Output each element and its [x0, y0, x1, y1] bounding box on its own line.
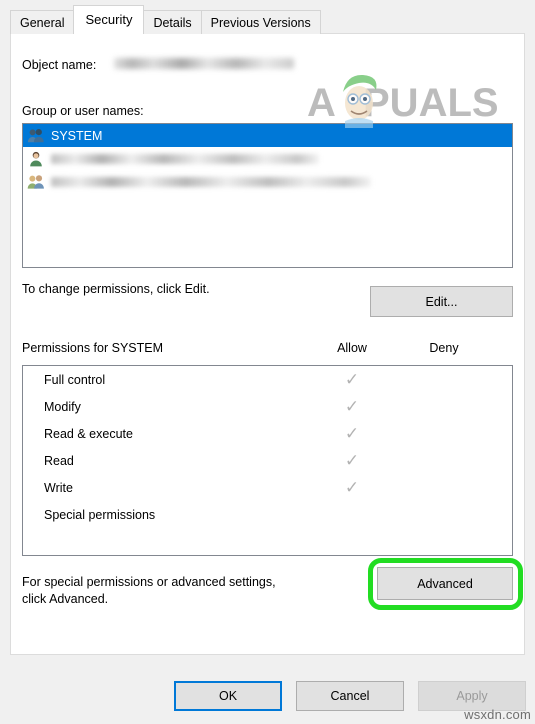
group-icon	[27, 173, 45, 191]
object-name-value-redacted	[114, 58, 295, 69]
permission-row[interactable]: Full control ✓	[23, 366, 512, 393]
tab-strip: General Security Details Previous Versio…	[10, 5, 321, 34]
permission-row[interactable]: Special permissions	[23, 501, 512, 528]
allow-checkmark-icon[interactable]: ✓	[325, 447, 379, 474]
change-permissions-hint: To change permissions, click Edit.	[22, 282, 210, 296]
permission-label: Special permissions	[44, 507, 156, 522]
list-item-label-redacted	[51, 153, 319, 164]
tab-previous-versions[interactable]: Previous Versions	[200, 10, 321, 34]
allow-checkmark-icon[interactable]: ✓	[325, 366, 379, 393]
cancel-button[interactable]: Cancel	[296, 681, 404, 711]
permission-row[interactable]: Modify ✓	[23, 393, 512, 420]
permission-label: Read	[44, 453, 74, 468]
list-item-label: SYSTEM	[51, 128, 103, 143]
allow-checkmark-icon[interactable]: ✓	[325, 393, 379, 420]
permission-label: Modify	[44, 399, 81, 414]
column-header-deny: Deny	[429, 341, 459, 355]
permissions-for-label: Permissions for SYSTEM	[22, 341, 164, 355]
permissions-list[interactable]: Full control ✓ Modify ✓ Read & execute ✓…	[22, 365, 513, 556]
advanced-hint: For special permissions or advanced sett…	[22, 574, 352, 608]
appuals-watermark-logo: A PUALS	[307, 72, 517, 129]
permission-label: Write	[44, 480, 73, 495]
group-or-user-names-list[interactable]: SYSTEM	[22, 123, 513, 268]
permission-row[interactable]: Write ✓	[23, 474, 512, 501]
ok-button[interactable]: OK	[174, 681, 282, 711]
file-properties-dialog: General Security Details Previous Versio…	[0, 0, 535, 724]
svg-text:A: A	[307, 81, 336, 125]
object-name-label: Object name:	[22, 58, 97, 72]
advanced-button[interactable]: Advanced	[377, 567, 513, 600]
permission-label: Full control	[44, 372, 106, 387]
permission-row[interactable]: Read ✓	[23, 447, 512, 474]
group-or-user-names-label: Group or user names:	[22, 104, 144, 118]
list-item[interactable]	[23, 170, 512, 193]
tab-general[interactable]: General	[10, 10, 75, 34]
advanced-hint-line2: click Advanced.	[22, 592, 109, 606]
tab-security[interactable]: Security	[73, 5, 145, 34]
group-icon	[27, 127, 45, 145]
wsxdn-watermark: wsxdn.com	[464, 707, 531, 722]
permission-label: Read & execute	[44, 426, 133, 441]
list-item[interactable]	[23, 147, 512, 170]
allow-checkmark-icon[interactable]: ✓	[325, 474, 379, 501]
object-name-row: Object name:	[22, 58, 295, 72]
allow-checkmark-icon[interactable]: ✓	[325, 420, 379, 447]
user-icon	[27, 150, 45, 168]
svg-text:PUALS: PUALS	[363, 81, 499, 125]
column-header-allow: Allow	[337, 341, 367, 355]
permission-row[interactable]: Read & execute ✓	[23, 420, 512, 447]
list-item-label-redacted	[51, 176, 371, 187]
edit-button[interactable]: Edit...	[370, 286, 513, 317]
advanced-hint-line1: For special permissions or advanced sett…	[22, 575, 276, 589]
list-item[interactable]: SYSTEM	[23, 124, 512, 147]
tab-details[interactable]: Details	[143, 10, 202, 34]
security-tab-panel: Object name: Group or user names: SYSTEM	[10, 33, 525, 655]
